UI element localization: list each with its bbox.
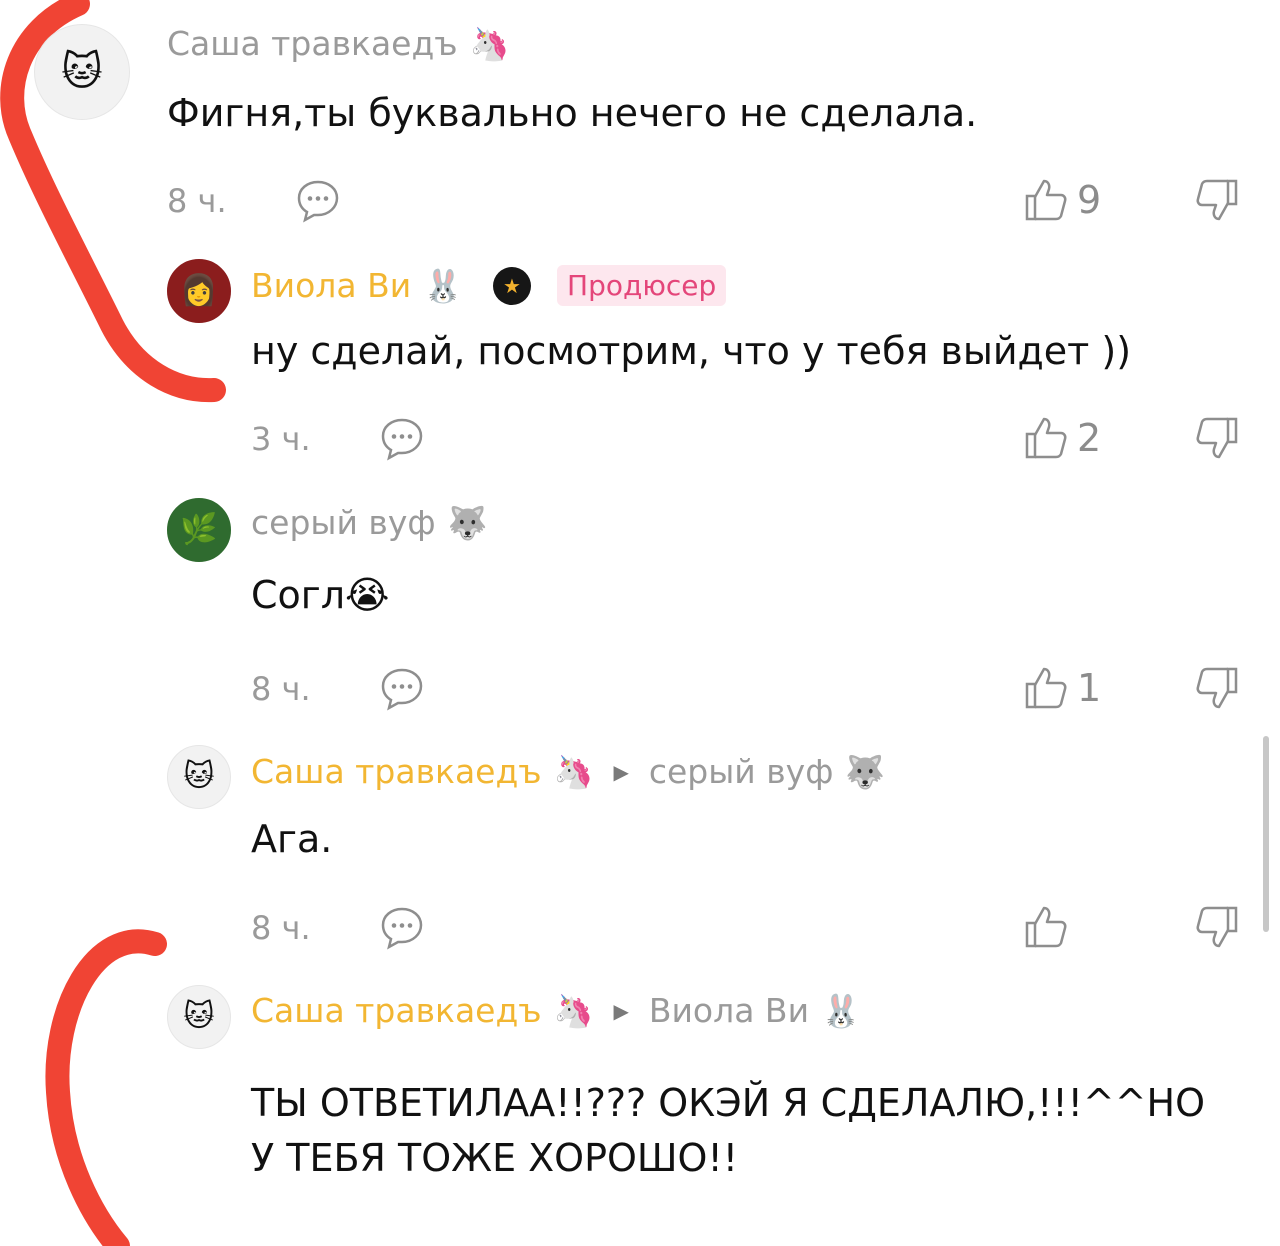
like-count: 9 bbox=[1077, 178, 1102, 222]
avatar-image: 👩 bbox=[180, 273, 218, 308]
role-badge: Продюсер bbox=[557, 265, 727, 306]
avatar-image: 🐱 bbox=[183, 999, 215, 1034]
comment-author[interactable]: Саша травкаедъ bbox=[251, 991, 542, 1030]
comment-author[interactable]: Саша травкаедъ bbox=[167, 24, 458, 63]
comment-author-row: Саша травкаедъ 🦄 bbox=[167, 24, 509, 63]
comment-text-line-1: ТЫ ОТВЕТИЛАА!!??? ОКЭЙ Я СДЕЛАЛЮ,!!!^^НО bbox=[251, 1081, 1206, 1125]
reply-target-author[interactable]: серый вуф bbox=[649, 752, 834, 791]
comment-text: ну сделай, посмотрим, что у тебя выйдет … bbox=[251, 329, 1132, 373]
comment-meta: 8 ч. bbox=[251, 904, 1247, 952]
comment-author[interactable]: Саша травкаедъ bbox=[251, 752, 542, 791]
unicorn-icon: 🦄 bbox=[553, 752, 594, 791]
reply-target-author[interactable]: Виола Ви bbox=[649, 991, 809, 1030]
thumbs-up-icon bbox=[1025, 417, 1067, 459]
reply-icon[interactable] bbox=[379, 416, 425, 462]
avatar[interactable]: 👩 bbox=[167, 259, 231, 323]
thumbs-down-icon[interactable] bbox=[1194, 415, 1240, 461]
comment-time: 8 ч. bbox=[251, 670, 311, 708]
like-button[interactable]: 9 bbox=[1023, 177, 1101, 223]
thumbs-down-icon[interactable] bbox=[1194, 904, 1240, 950]
comment-time: 8 ч. bbox=[251, 909, 311, 947]
comment-time: 3 ч. bbox=[251, 420, 311, 458]
comment-text-line-2: У ТЕБЯ ТОЖЕ ХОРОШО!! bbox=[251, 1136, 738, 1180]
comment-author-row: Саша травкаедъ 🦄 ▶ серый вуф 🐺 bbox=[251, 752, 885, 791]
rabbit-icon: 🐰 bbox=[821, 991, 861, 1030]
unicorn-icon: 🦄 bbox=[469, 24, 510, 63]
thumbs-up-icon bbox=[1025, 179, 1067, 221]
like-button[interactable] bbox=[1023, 904, 1077, 950]
avatar-image: 🐱 bbox=[183, 759, 215, 794]
crying-face-icon: 😭 bbox=[345, 573, 390, 617]
reply-arrow-icon: ▶ bbox=[613, 998, 629, 1023]
rabbit-icon: 🐰 bbox=[423, 266, 464, 305]
reply-icon[interactable] bbox=[379, 666, 425, 712]
avatar[interactable]: 🌿 bbox=[167, 498, 231, 562]
comment-author-row: Саша травкаедъ 🦄 ▶ Виола Ви 🐰 bbox=[251, 991, 861, 1030]
thumbs-up-icon bbox=[1025, 667, 1067, 709]
comment-meta: 8 ч. 1 bbox=[251, 665, 1247, 713]
comment-author[interactable]: серый вуф bbox=[251, 503, 436, 542]
like-count: 2 bbox=[1077, 416, 1102, 460]
scrollbar[interactable] bbox=[1263, 736, 1269, 932]
like-button[interactable]: 1 bbox=[1023, 665, 1101, 711]
reply-arrow-icon: ▶ bbox=[613, 759, 629, 784]
thumbs-down-icon[interactable] bbox=[1194, 665, 1240, 711]
avatar-image: 🌿 bbox=[180, 512, 218, 547]
unicorn-icon: 🦄 bbox=[553, 991, 594, 1030]
creator-badge-icon: ★ bbox=[493, 266, 532, 305]
comment-text-value: Согл bbox=[251, 573, 346, 617]
avatar[interactable]: 🐱 bbox=[167, 745, 231, 809]
comment-meta: 3 ч. 2 bbox=[251, 415, 1247, 463]
avatar[interactable]: 🐱 bbox=[167, 985, 231, 1049]
like-button[interactable]: 2 bbox=[1023, 415, 1101, 461]
wolf-icon: 🐺 bbox=[845, 752, 886, 791]
thumbs-up-icon bbox=[1025, 906, 1067, 948]
avatar[interactable]: 🐱 bbox=[34, 24, 130, 120]
comment-text: Ага. bbox=[251, 817, 333, 861]
comment-meta: 8 ч. 9 bbox=[167, 177, 1247, 225]
comment-author-row: серый вуф 🐺 bbox=[251, 503, 487, 542]
wolf-icon: 🐺 bbox=[447, 503, 488, 542]
comment-text: Согл😭 bbox=[251, 568, 389, 623]
like-count: 1 bbox=[1077, 666, 1102, 710]
thumbs-down-icon[interactable] bbox=[1194, 177, 1240, 223]
comment-author-row: Виола Ви 🐰 ★ Продюсер bbox=[251, 265, 727, 306]
comment-time: 8 ч. bbox=[167, 182, 227, 220]
comment-author[interactable]: Виола Ви bbox=[251, 266, 411, 305]
reply-icon[interactable] bbox=[379, 905, 425, 951]
reply-icon[interactable] bbox=[295, 178, 341, 224]
avatar-image: 🐱 bbox=[61, 49, 103, 95]
comment-text: Фигня,ты буквально нечего не сделала. bbox=[167, 91, 978, 135]
